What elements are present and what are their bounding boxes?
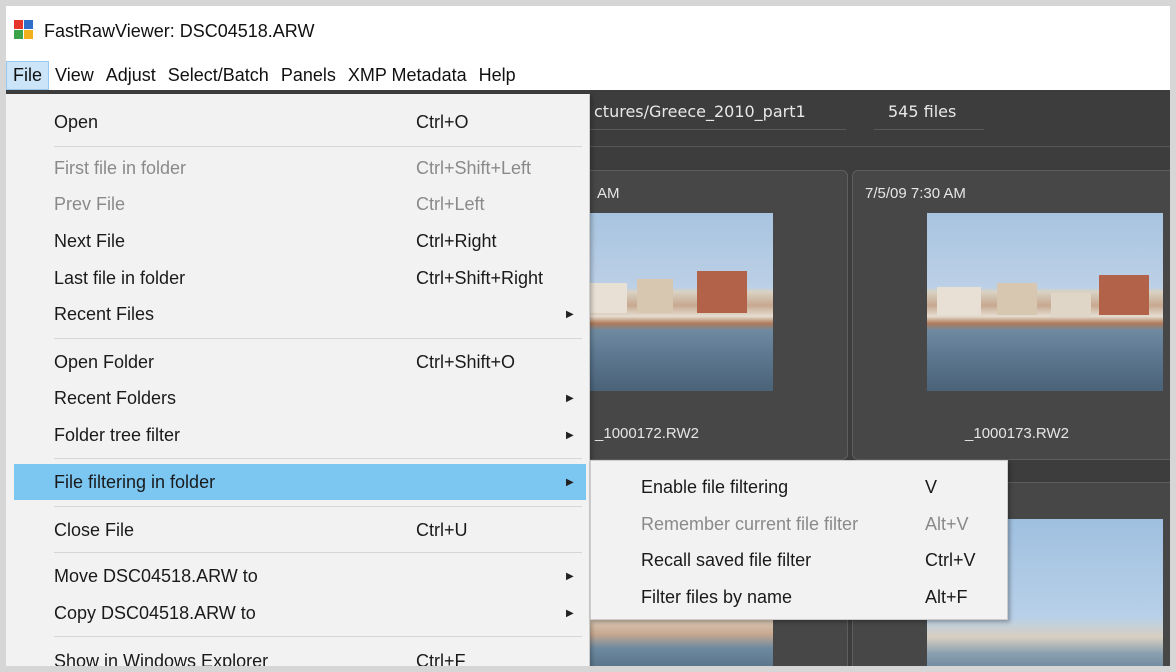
menu-item-last-file[interactable]: Last file in folder Ctrl+Shift+Right xyxy=(14,260,586,296)
menu-item-label: Show in Windows Explorer xyxy=(54,650,269,667)
menu-item-label: Close File xyxy=(54,519,135,540)
menu-item-label: First file in folder xyxy=(54,157,187,178)
file-count: 545 files xyxy=(874,96,984,130)
submenu-item-enable-filtering[interactable]: Enable file filtering V xyxy=(595,470,1005,506)
thumbnail-date: AM xyxy=(597,185,620,202)
menu-view[interactable]: View xyxy=(49,62,100,89)
menu-item-shortcut: Ctrl+F xyxy=(416,650,466,667)
thumbnail-card[interactable]: 7/5/09 7:30 AM _1000173.RW2 xyxy=(852,170,1170,460)
menu-item-label: Recall saved file filter xyxy=(641,550,812,570)
menu-adjust[interactable]: Adjust xyxy=(100,62,162,89)
menu-item-next-file[interactable]: Next File Ctrl+Right xyxy=(14,223,586,259)
menu-item-open[interactable]: Open Ctrl+O xyxy=(14,104,586,140)
menu-item-label: Filter files by name xyxy=(641,587,793,607)
menu-item-label: Move DSC04518.ARW to xyxy=(54,565,258,586)
menu-select-batch[interactable]: Select/Batch xyxy=(162,62,275,89)
menu-item-label: Open xyxy=(54,111,99,132)
menu-item-shortcut: V xyxy=(925,477,938,497)
menu-item-label: Recent Files xyxy=(54,303,155,324)
menu-item-open-folder[interactable]: Open Folder Ctrl+Shift+O xyxy=(14,344,586,380)
submenu-item-remember-filter[interactable]: Remember current file filter Alt+V xyxy=(595,507,1005,543)
fastrawviewer-logo-icon xyxy=(14,20,36,42)
menu-item-label: Copy DSC04518.ARW to xyxy=(54,602,256,623)
menu-item-first-file[interactable]: First file in folder Ctrl+Shift+Left xyxy=(14,150,586,186)
thumbnail-card[interactable]: AM _1000172.RW2 xyxy=(546,170,848,460)
menu-file[interactable]: File xyxy=(6,60,50,90)
thumbnail-image xyxy=(927,213,1163,391)
submenu-arrow-icon: ▶ xyxy=(566,607,574,619)
menu-separator xyxy=(54,636,582,637)
menu-item-recent-files[interactable]: Recent Files ▶ xyxy=(14,296,586,332)
menu-item-shortcut: Ctrl+Shift+Left xyxy=(416,157,532,178)
menu-item-shortcut: Ctrl+Shift+O xyxy=(416,351,516,372)
menu-item-label: Recent Folders xyxy=(54,387,177,408)
menu-item-label: Folder tree filter xyxy=(54,424,181,445)
thumbnail-filename: _1000173.RW2 xyxy=(965,425,1069,442)
title-bar: FastRawViewer: DSC04518.ARW xyxy=(6,6,1170,56)
menu-item-label: Prev File xyxy=(54,193,126,214)
menu-item-shortcut: Ctrl+Shift+Right xyxy=(416,267,544,288)
file-menu-dropdown: Open Ctrl+O First file in folder Ctrl+Sh… xyxy=(6,94,590,666)
menu-item-label: Last file in folder xyxy=(54,267,186,288)
menu-item-close-file[interactable]: Close File Ctrl+U xyxy=(14,512,586,548)
menu-item-shortcut: Ctrl+V xyxy=(925,550,976,570)
menu-panels[interactable]: Panels xyxy=(275,62,342,89)
window-title: FastRawViewer: DSC04518.ARW xyxy=(44,20,315,41)
submenu-item-recall-filter[interactable]: Recall saved file filter Ctrl+V xyxy=(595,543,1005,579)
menu-item-move-file[interactable]: Move DSC04518.ARW to ▶ xyxy=(14,558,586,594)
menu-item-label: File filtering in folder xyxy=(54,471,216,492)
submenu-arrow-icon: ▶ xyxy=(566,429,574,441)
submenu-arrow-icon: ▶ xyxy=(566,392,574,404)
submenu-arrow-icon: ▶ xyxy=(566,570,574,582)
thumbnail-date: 7/5/09 7:30 AM xyxy=(865,185,966,202)
menu-item-shortcut: Alt+F xyxy=(925,587,968,607)
menu-bar: File View Adjust Select/Batch Panels XMP… xyxy=(6,59,1170,91)
menu-separator xyxy=(54,552,582,553)
folder-path[interactable]: ctures/Greece_2010_part1 xyxy=(566,96,846,130)
menu-item-show-in-explorer[interactable]: Show in Windows Explorer Ctrl+F xyxy=(14,643,586,667)
menu-xmp-metadata[interactable]: XMP Metadata xyxy=(342,62,473,89)
submenu-arrow-icon: ▶ xyxy=(566,476,574,488)
menu-separator xyxy=(54,146,582,147)
menu-item-prev-file[interactable]: Prev File Ctrl+Left xyxy=(14,186,586,222)
submenu-arrow-icon: ▶ xyxy=(566,308,574,320)
menu-item-label: Open Folder xyxy=(54,351,155,372)
menu-item-shortcut: Ctrl+U xyxy=(416,519,468,540)
thumbnail-image xyxy=(577,213,773,391)
menu-separator xyxy=(54,338,582,339)
menu-item-label: Remember current file filter xyxy=(641,514,859,534)
app-window: FastRawViewer: DSC04518.ARW File View Ad… xyxy=(6,6,1170,666)
thumbnail-image xyxy=(577,613,773,666)
menu-item-shortcut: Ctrl+Right xyxy=(416,230,497,251)
menu-item-shortcut: Ctrl+O xyxy=(416,111,469,132)
menu-item-file-filtering[interactable]: File filtering in folder ▶ xyxy=(14,464,586,500)
menu-item-recent-folders[interactable]: Recent Folders ▶ xyxy=(14,380,586,416)
menu-help[interactable]: Help xyxy=(473,62,522,89)
file-filtering-submenu: Enable file filtering V Remember current… xyxy=(590,460,1008,620)
submenu-item-filter-by-name[interactable]: Filter files by name Alt+F xyxy=(595,580,1005,616)
menu-item-shortcut: Alt+V xyxy=(925,514,969,534)
menu-separator xyxy=(54,506,582,507)
menu-item-folder-tree-filter[interactable]: Folder tree filter ▶ xyxy=(14,417,586,453)
menu-item-shortcut: Ctrl+Left xyxy=(416,193,485,214)
menu-item-copy-file[interactable]: Copy DSC04518.ARW to ▶ xyxy=(14,595,586,631)
toolbar-divider xyxy=(566,146,1170,147)
menu-item-label: Next File xyxy=(54,230,126,251)
menu-item-label: Enable file filtering xyxy=(641,477,789,497)
menu-separator xyxy=(54,458,582,459)
